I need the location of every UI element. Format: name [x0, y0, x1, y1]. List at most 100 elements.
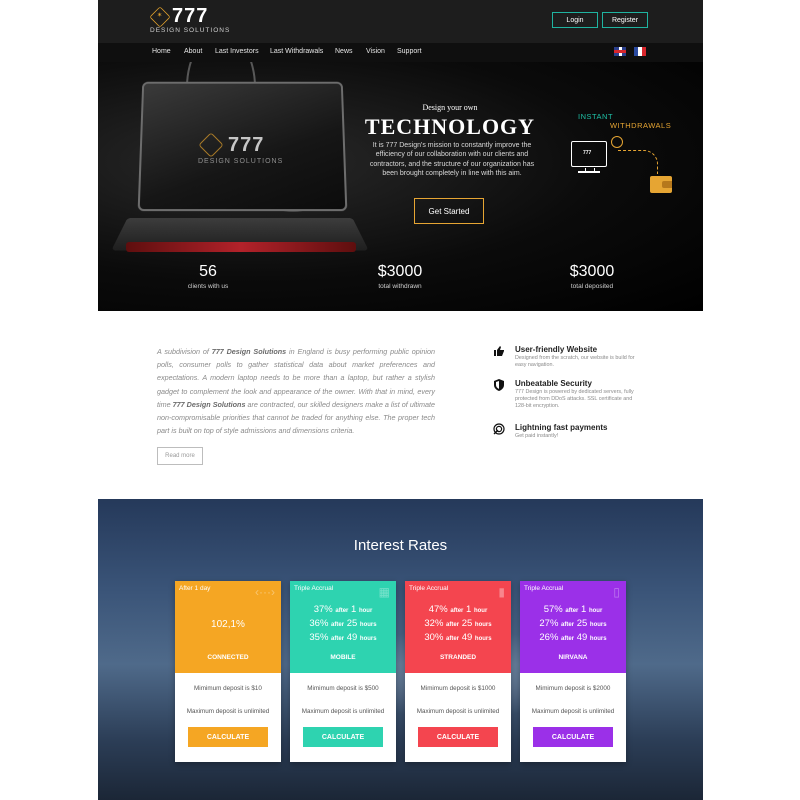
instant-label: INSTANT	[578, 112, 614, 121]
rate-hours: 49	[461, 632, 473, 643]
site-logo[interactable]: ✶ 777 DESIGN SOLUTIONS	[149, 5, 231, 37]
rate-percent: 30%	[424, 632, 444, 643]
plan-period-label: Triple Accrual	[409, 585, 449, 592]
rate-hours: 25	[576, 618, 588, 629]
rate-unit: hours	[359, 622, 377, 628]
plan-period-label: Triple Accrual	[294, 585, 334, 592]
logo-mark-icon: ✶	[149, 6, 171, 28]
nav-item-last-withdrawals[interactable]: Last Withdrawals	[270, 48, 323, 55]
stat-label: total deposited	[570, 283, 614, 290]
plan-card-header: Triple Accrual ▮ 47% after 1 hour 32% af…	[405, 581, 511, 673]
feature-title: User-friendly Website	[515, 345, 598, 354]
rate-unit: hours	[359, 636, 377, 642]
plan-card-mobile: Triple Accrual ▦ 37% after 1 hour 36% af…	[290, 581, 396, 762]
plan-max-deposit: Maximum deposit is unlimited	[416, 708, 500, 715]
calculate-button[interactable]: CALCULATE	[303, 727, 383, 747]
rate-after: after	[450, 608, 464, 614]
plan-rate-row: 47% after 1 hour	[405, 604, 511, 615]
stat-withdrawn: $3000 total withdrawn	[350, 263, 450, 290]
rate-hours: 25	[346, 618, 358, 629]
nav-item-home[interactable]: Home	[152, 48, 171, 55]
plan-rate-row: 37% after 1 hour	[290, 604, 396, 615]
about-text-part: A subdivision of	[157, 347, 212, 356]
rate-unit: hours	[474, 622, 492, 628]
plan-name: STRANDED	[439, 654, 477, 661]
register-button[interactable]: Register	[602, 12, 648, 28]
stat-label: clients with us	[187, 283, 229, 290]
stat-value: $3000	[569, 263, 615, 280]
rate-hours: 1	[466, 604, 472, 615]
france-flag-icon[interactable]	[634, 47, 646, 56]
rate-unit: hours	[474, 636, 492, 642]
plan-card-header: After 1 day ‹···› 102,1% CONNECTED	[175, 581, 281, 673]
plan-rate: 102,1%	[211, 619, 245, 630]
calculate-button[interactable]: CALCULATE	[188, 727, 268, 747]
plan-rate-row: 35% after 49 hours	[290, 632, 396, 643]
get-started-button[interactable]: Get Started	[414, 198, 484, 224]
about-brand: 777 Design Solutions	[172, 399, 246, 409]
rate-hours: 49	[576, 632, 588, 643]
top-header: ✶ 777 DESIGN SOLUTIONS Login Register	[98, 0, 703, 43]
read-more-button[interactable]: Read more	[157, 447, 203, 465]
page: ✶ 777 DESIGN SOLUTIONS Login Register Ho…	[98, 0, 703, 800]
about-paragraph: A subdivision of 777 Design Solutions in…	[157, 345, 435, 437]
rate-after: after	[335, 608, 349, 614]
rate-after: after	[331, 636, 345, 642]
plan-min-deposit: Mimimum deposit is $10	[194, 685, 262, 692]
plan-min-deposit: Mimimum deposit is $2000	[535, 685, 611, 692]
rate-unit: hours	[589, 622, 607, 628]
plan-name: NIRVANA	[558, 654, 588, 661]
plan-period-label: Triple Accrual	[524, 585, 564, 592]
stat-clients: 56 clients with us	[158, 263, 258, 290]
laptop-logo-number: 777	[228, 134, 265, 156]
hero-section: 777 DESIGN SOLUTIONS Design your own TEC…	[98, 62, 703, 311]
rate-percent: 57%	[543, 604, 563, 615]
plan-max-deposit: Maximum deposit is unlimited	[301, 708, 385, 715]
coin-icon	[611, 136, 623, 148]
logo-number: 777	[172, 5, 209, 27]
feature-description: Get paid instantly!	[515, 433, 559, 439]
plan-card-header: Triple Accrual ▦ 37% after 1 hour 36% af…	[290, 581, 396, 673]
rate-after: after	[561, 622, 575, 628]
plan-card-stranded: Triple Accrual ▮ 47% after 1 hour 32% af…	[405, 581, 511, 762]
stat-deposited: $3000 total deposited	[542, 263, 642, 290]
feature-description: 777 Design is powered by dedicated serve…	[515, 389, 634, 409]
nav-item-last-investors[interactable]: Last Investors	[215, 48, 259, 55]
withdrawals-label: WITHDRAWALS	[610, 121, 672, 130]
rate-percent: 37%	[313, 604, 333, 615]
feature-description: Designed from the scratch, our website i…	[515, 355, 635, 368]
wallet-icon	[650, 176, 672, 193]
nav-item-support[interactable]: Support	[397, 48, 422, 55]
main-nav: Home About Last Investors Last Withdrawa…	[98, 43, 703, 62]
stat-label: total withdrawn	[378, 283, 422, 290]
rate-unit: hours	[589, 636, 607, 642]
monitor-label: 777	[583, 150, 592, 156]
nav-item-vision[interactable]: Vision	[366, 48, 385, 55]
code-icon: ‹···›	[255, 585, 275, 599]
calculate-button[interactable]: CALCULATE	[533, 727, 613, 747]
plan-card-connected: After 1 day ‹···› 102,1% CONNECTED Mimim…	[175, 581, 281, 762]
feature-title: Lightning fast payments	[515, 423, 608, 432]
plan-rate-row: 57% after 1 hour	[520, 604, 626, 615]
uk-flag-icon[interactable]	[614, 47, 626, 56]
login-button[interactable]: Login	[552, 12, 598, 28]
thumbs-up-icon	[494, 346, 504, 356]
rate-unit: hour	[358, 608, 373, 614]
rate-hours: 25	[461, 618, 473, 629]
plan-name: CONNECTED	[207, 654, 249, 661]
nav-item-about[interactable]: About	[184, 48, 202, 55]
hero-subtitle: Design your own	[422, 103, 478, 112]
plan-rate-row: 32% after 25 hours	[405, 618, 511, 629]
plan-card-header: Triple Accrual ▯ 57% after 1 hour 27% af…	[520, 581, 626, 673]
calculate-button[interactable]: CALCULATE	[418, 727, 498, 747]
plan-card-nirvana: Triple Accrual ▯ 57% after 1 hour 27% af…	[520, 581, 626, 762]
rate-hours: 49	[346, 632, 358, 643]
rate-percent: 27%	[539, 618, 559, 629]
plan-rate-row: 27% after 25 hours	[520, 618, 626, 629]
plan-min-deposit: Mimimum deposit is $1000	[420, 685, 496, 692]
nav-item-news[interactable]: News	[335, 48, 353, 55]
rate-after: after	[446, 622, 460, 628]
logo-subtitle: DESIGN SOLUTIONS	[150, 27, 231, 34]
rate-hours: 1	[581, 604, 587, 615]
plan-max-deposit: Maximum deposit is unlimited	[186, 708, 270, 715]
